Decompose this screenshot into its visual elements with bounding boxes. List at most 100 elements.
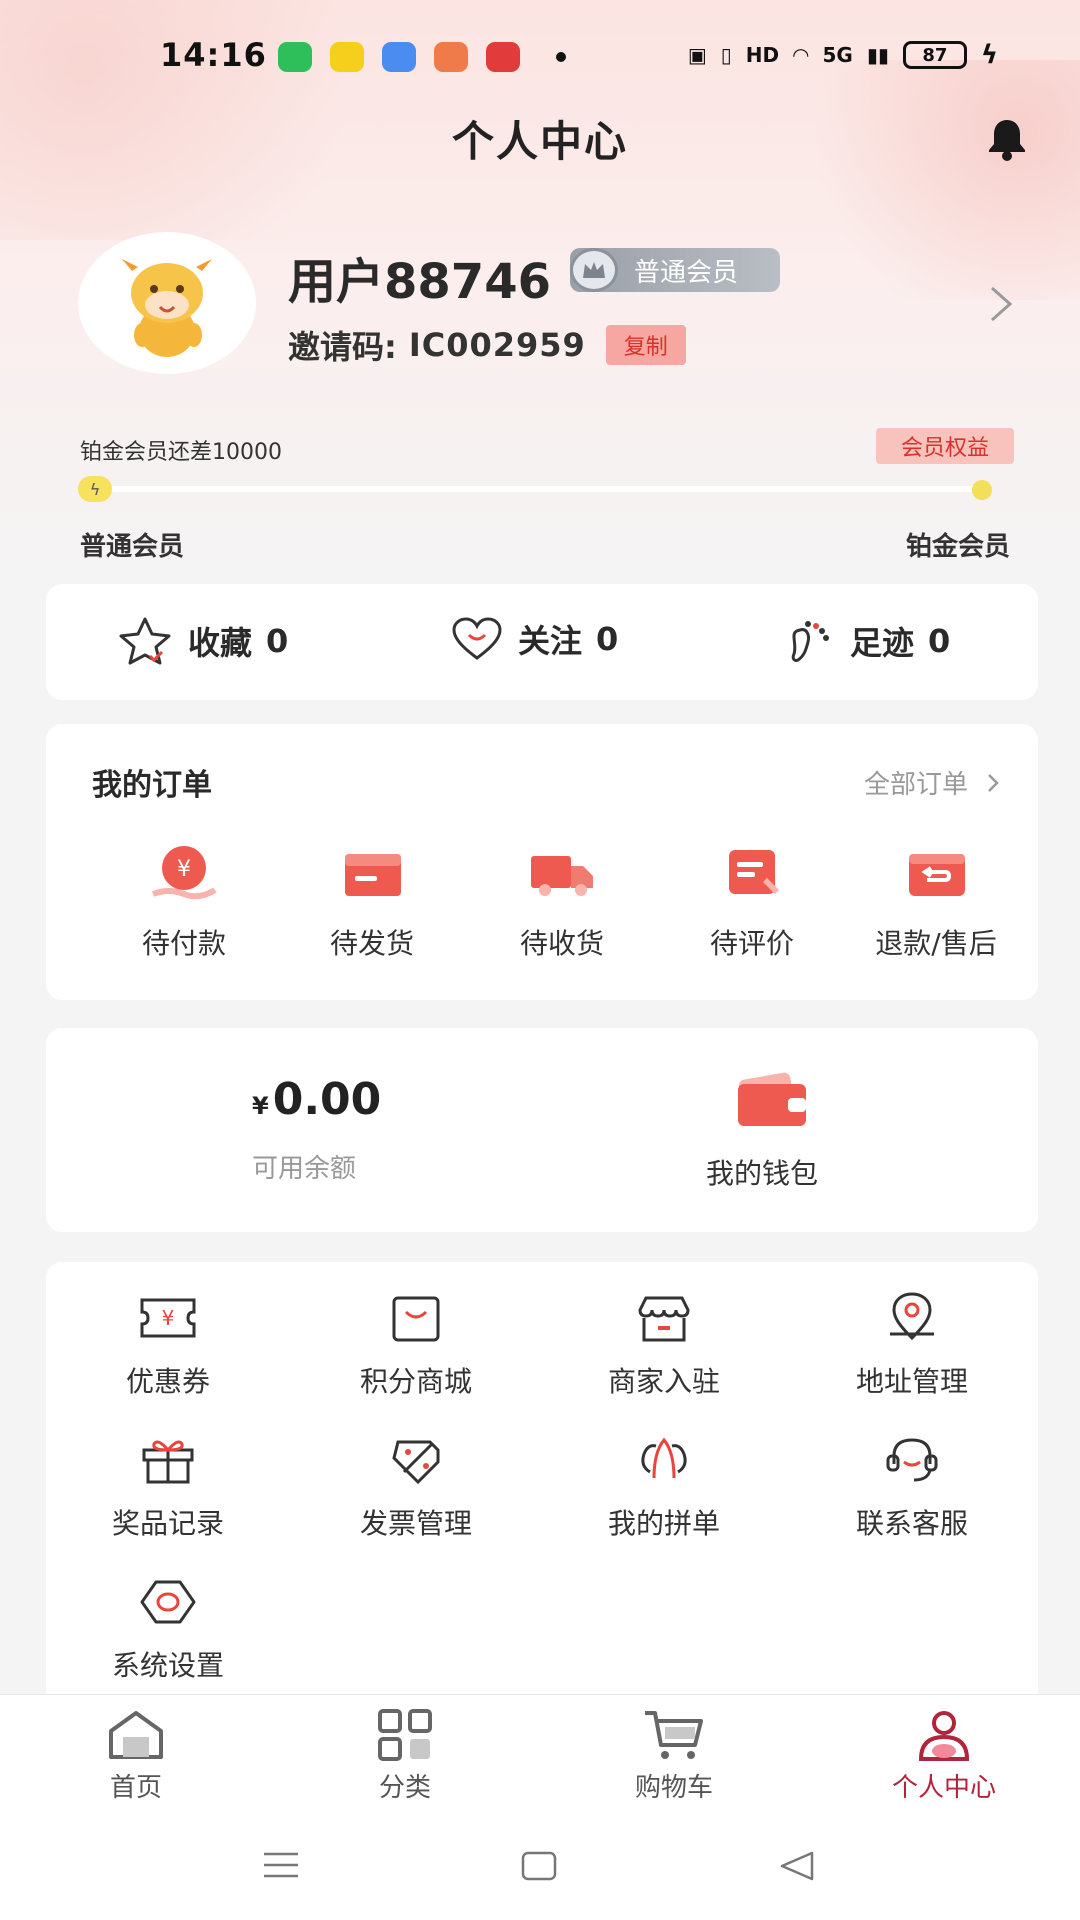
balance-amount: 0.00 — [272, 1074, 382, 1125]
tab-profile[interactable]: 个人中心 — [844, 1709, 1044, 1804]
location-icon — [890, 1292, 934, 1341]
all-orders-label: 全部订单 — [863, 770, 968, 800]
footprint-stat[interactable]: 足迹 0 — [786, 616, 950, 666]
wallet-icon[interactable] — [736, 1070, 808, 1130]
balance-label: 可用余额 — [252, 1154, 357, 1184]
wechat-notification-icon — [278, 42, 312, 72]
status-indicators: ▣ ▯ HD ◠ 5G ▮▮ 87 ϟ — [688, 40, 998, 70]
copy-button[interactable]: 复制 — [605, 325, 686, 365]
tool-merchant-join[interactable]: 商家入驻 — [564, 1290, 764, 1400]
pay-icon: ¥ — [151, 846, 217, 900]
headset-icon — [886, 1438, 938, 1482]
tab-profile-label: 个人中心 — [891, 1773, 996, 1803]
tool-settings[interactable]: 系统设置 — [68, 1574, 268, 1684]
tool-address[interactable]: 地址管理 — [812, 1290, 1012, 1400]
bottom-tab-bar: 首页 分类 购物车 个人中心 — [0, 1694, 1080, 1810]
currency-symbol: ¥ — [252, 1092, 269, 1120]
app-notification-icon — [486, 42, 520, 72]
member-rights-button[interactable]: 会员权益 — [876, 428, 1014, 464]
tool-customer-service[interactable]: 联系客服 — [812, 1432, 1012, 1542]
network-label: 5G — [822, 43, 853, 67]
tool-coupon[interactable]: ¥ 优惠券 — [68, 1290, 268, 1400]
home-nav-icon[interactable] — [520, 1850, 558, 1882]
order-pending-receipt[interactable]: 待收货 — [472, 844, 652, 962]
all-orders-link[interactable]: 全部订单 — [864, 764, 1000, 801]
footprint-icon — [791, 621, 829, 662]
nfc-icon: ▣ — [687, 43, 707, 67]
wallet-card: ¥ 0.00 可用余额 我的钱包 — [46, 1028, 1038, 1232]
chevron-right-icon[interactable] — [986, 284, 1016, 324]
tool-points-mall-label: 积分商城 — [359, 1365, 472, 1398]
current-level-label: 普通会员 — [80, 532, 185, 562]
truck-icon — [531, 856, 593, 896]
battery-level: 87 — [922, 44, 948, 66]
cart-icon — [645, 1711, 703, 1759]
tool-points-mall[interactable]: 积分商城 — [316, 1290, 516, 1400]
tool-group-buy[interactable]: 我的拼单 — [564, 1432, 764, 1542]
favorites-count: 0 — [266, 622, 289, 660]
order-pending-payment[interactable]: ¥ 待付款 — [94, 844, 274, 962]
back-icon[interactable] — [778, 1850, 816, 1882]
following-count: 0 — [596, 620, 619, 658]
hd-label: HD — [745, 43, 780, 67]
tool-prize-records[interactable]: 奖品记录 — [68, 1432, 268, 1542]
favorites-stat[interactable]: 收藏 0 — [116, 616, 288, 666]
following-stat[interactable]: 关注 0 — [450, 616, 618, 662]
tool-prize-records-label: 奖品记录 — [111, 1507, 224, 1540]
order-pending-payment-label: 待付款 — [141, 927, 226, 960]
footprint-label: 足迹 — [850, 624, 915, 662]
following-label: 关注 — [518, 622, 583, 660]
next-level-label: 铂金会员 — [905, 532, 1010, 562]
status-time: 14:16 — [160, 36, 267, 74]
stats-card: 收藏 0 关注 0 足迹 0 — [46, 584, 1038, 700]
status-bar: 14:16 ▣ ▯ HD ◠ 5G ▮▮ 87 ϟ — [0, 0, 1080, 110]
member-level-label: 普通会员 — [634, 257, 739, 288]
my-wallet-label[interactable]: 我的钱包 — [706, 1152, 818, 1192]
tab-category[interactable]: 分类 — [305, 1709, 505, 1804]
review-icon — [729, 850, 779, 894]
balance[interactable]: ¥ 0.00 — [252, 1074, 381, 1125]
home-icon — [109, 1711, 163, 1759]
tab-cart-label: 购物车 — [634, 1773, 713, 1803]
heart-icon — [452, 617, 502, 660]
page-title: 个人中心 — [451, 117, 628, 166]
order-pending-shipment-label: 待发货 — [329, 927, 414, 960]
order-refund[interactable]: 退款/售后 — [846, 844, 1026, 962]
username: 用户88746 — [288, 254, 551, 310]
tab-home[interactable]: 首页 — [36, 1709, 236, 1804]
menu-icon[interactable] — [262, 1850, 300, 1880]
tool-settings-label: 系统设置 — [111, 1649, 224, 1682]
order-pending-review-label: 待评价 — [709, 927, 794, 960]
upgrade-progress-text: 铂金会员还差10000 — [80, 440, 282, 465]
lightning-icon: ϟ — [78, 476, 112, 502]
battery-icon: 87 — [902, 41, 967, 69]
gift-icon — [142, 1440, 194, 1484]
tool-coupon-label: 优惠券 — [125, 1365, 210, 1398]
app-notification-icon — [434, 42, 468, 72]
system-nav-bar — [0, 1810, 1080, 1920]
svg-text:¥: ¥ — [162, 1306, 175, 1330]
footprint-count: 0 — [928, 622, 951, 660]
tools-card: ¥ 优惠券 积分商城 商家入驻 地址管理 奖品记录 发票管理 我的拼单 联系客服… — [46, 1262, 1038, 1722]
vibrate-icon: ▯ — [720, 43, 732, 67]
invite-row: 邀请码: IC002959 复制 — [288, 322, 686, 368]
tool-invoice[interactable]: 发票管理 — [316, 1432, 516, 1542]
tool-merchant-join-label: 商家入驻 — [607, 1365, 720, 1398]
avatar[interactable] — [78, 232, 256, 374]
member-level-badge: 普通会员 — [570, 248, 780, 292]
tool-address-label: 地址管理 — [855, 1365, 968, 1398]
bell-icon[interactable] — [984, 116, 1030, 162]
tab-cart[interactable]: 购物车 — [574, 1709, 774, 1804]
refund-icon — [909, 854, 965, 896]
wifi-icon: ◠ — [793, 43, 809, 67]
shopping-bag-icon — [392, 1296, 440, 1342]
grid-icon — [378, 1709, 432, 1761]
invite-label: 邀请码: — [288, 328, 397, 366]
orders-card: 我的订单 全部订单 ¥ 待付款 待发货 待收货 待评价 退款/售后 — [46, 724, 1038, 1000]
cow-mascot-icon — [122, 259, 212, 357]
order-pending-shipment[interactable]: 待发货 — [282, 844, 462, 962]
order-pending-review[interactable]: 待评价 — [662, 844, 842, 962]
level-progress-bar — [92, 486, 992, 492]
progress-end-marker — [972, 480, 992, 500]
invite-code: IC002959 — [408, 326, 586, 364]
